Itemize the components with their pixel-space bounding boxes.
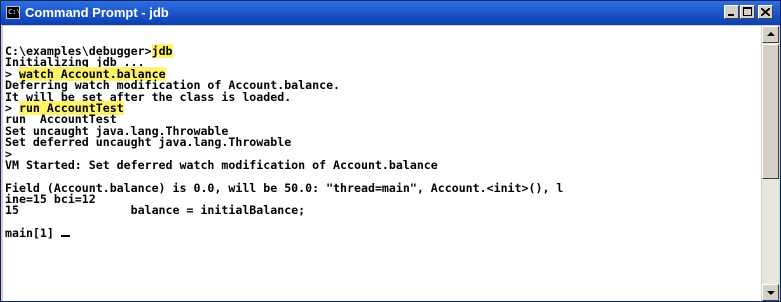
console-icon[interactable]: C:\: [6, 6, 21, 19]
command-prompt-window: C:\ Command Prompt - jdb C:\examples\deb…: [0, 0, 781, 302]
console-line: VM Started: Set deferred watch modificat…: [5, 157, 563, 172]
console-line-text: Set deferred uncaught java.lang.Throwabl…: [5, 135, 292, 150]
console-line: Set deferred uncaught java.lang.Throwabl…: [5, 135, 563, 150]
text-cursor: [60, 235, 70, 238]
close-button[interactable]: [758, 5, 773, 19]
highlighted-command: jdb: [151, 44, 173, 58]
title-bar[interactable]: C:\ Command Prompt - jdb: [1, 1, 780, 25]
console-line-text: VM Started: Set deferred watch modificat…: [5, 157, 438, 172]
scroll-thumb[interactable]: [762, 44, 779, 179]
console-output[interactable]: C:\examples\debugger>jdb Initializing jdb…: [3, 26, 761, 301]
scroll-down-button[interactable]: [762, 284, 779, 301]
console-line-text: main[1]: [5, 226, 61, 241]
window-title: Command Prompt - jdb: [25, 5, 169, 20]
console-line: main[1]: [5, 226, 563, 241]
close-icon: [761, 8, 770, 16]
vertical-scrollbar[interactable]: [762, 26, 779, 301]
console-line: 15 balance = initialBalance;: [5, 203, 563, 218]
console-line-text: 15 balance = initialBalance;: [5, 203, 306, 218]
scroll-up-button[interactable]: [762, 26, 779, 43]
maximize-button[interactable]: [740, 5, 755, 19]
minimize-button[interactable]: [724, 5, 739, 19]
console-text: C:\examples\debugger>jdb Initializing jdb…: [5, 44, 563, 241]
